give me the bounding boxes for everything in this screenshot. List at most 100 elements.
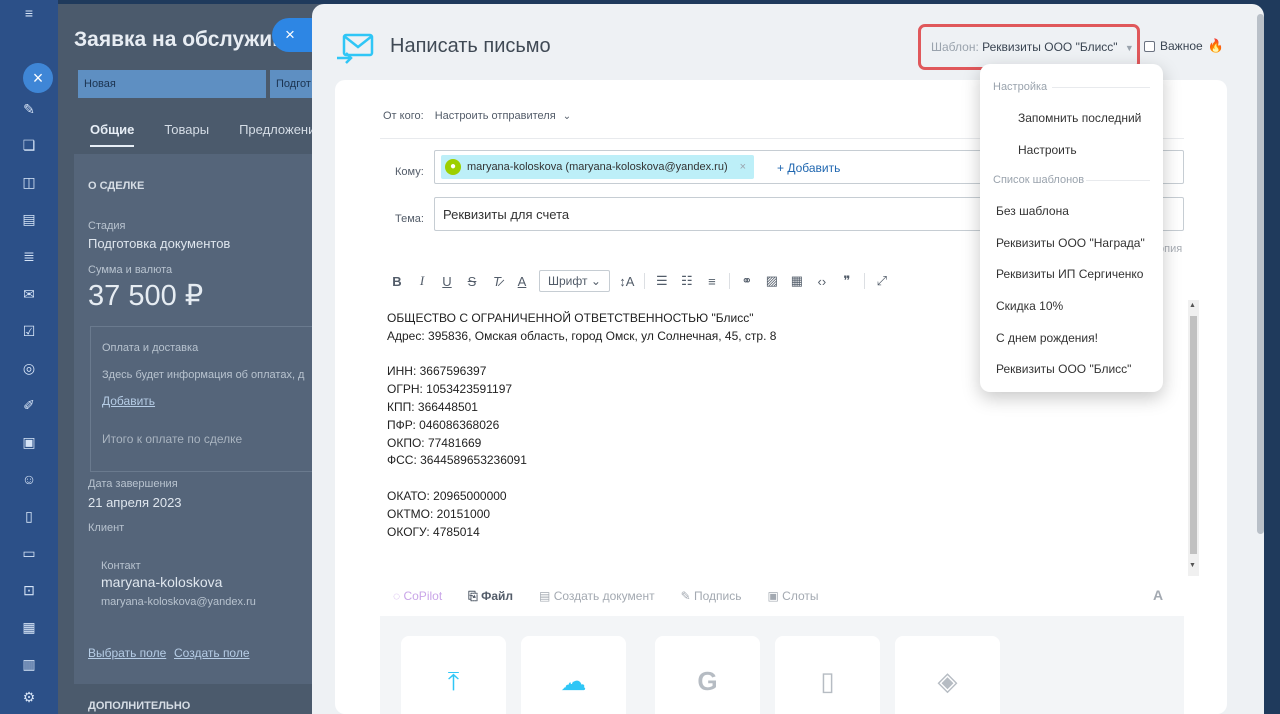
file-icon[interactable]: ▯ — [20, 507, 38, 525]
code-icon[interactable]: ‹› — [814, 274, 830, 289]
team-icon[interactable]: ☺ — [20, 470, 38, 488]
menu-item-template[interactable]: Без шаблона — [996, 204, 1069, 218]
menu-item-template[interactable]: Реквизиты ИП Сергиченко — [996, 267, 1143, 281]
task-icon[interactable]: ☑ — [20, 322, 38, 340]
recipient-chip[interactable]: ● maryana-koloskova (maryana-koloskova@y… — [441, 155, 755, 179]
strikethrough-icon[interactable]: S — [464, 274, 480, 289]
panel-scrollbar[interactable] — [1257, 14, 1264, 534]
chevron-down-icon[interactable]: ⌄ — [563, 111, 571, 122]
close-icon[interactable]: × — [740, 161, 746, 173]
subject-value: Реквизиты для счета — [443, 207, 570, 222]
target-icon[interactable]: ◎ — [20, 359, 38, 377]
close-icon[interactable]: × — [23, 63, 53, 93]
calendar-icon[interactable]: ▥ — [20, 655, 38, 673]
cloud-24-label: 24 — [562, 676, 574, 687]
compose-actions: ◌ CoPilot ⎘ Файл ▤ Создать документ ✎ По… — [393, 589, 819, 604]
font-color-icon[interactable]: A — [514, 274, 530, 289]
clear-format-icon[interactable]: T̷ — [489, 274, 505, 289]
signature-button[interactable]: ✎ Подпись — [681, 589, 742, 604]
add-recipient-link[interactable]: + Добавить — [777, 161, 840, 175]
send-mail-icon — [337, 33, 374, 64]
important-toggle[interactable]: Важное 🔥 — [1144, 38, 1224, 54]
copilot-button[interactable]: ◌ CoPilot — [393, 589, 442, 604]
subject-label: Тема: — [395, 213, 424, 225]
contact-email: maryana-koloskova@yandex.ru — [101, 596, 256, 608]
divider — [643, 273, 645, 289]
scroll-down-icon[interactable]: ▼ — [1189, 562, 1196, 569]
robot-icon[interactable]: ⊡ — [20, 581, 38, 599]
upload-file-tile[interactable]: ⤒ — [401, 636, 506, 714]
menu-item-template[interactable]: Реквизиты ООО "Блисс" — [996, 362, 1131, 376]
chat-icon[interactable]: ❏ — [20, 136, 38, 154]
divider — [863, 273, 865, 289]
settings-icon[interactable]: ⚙ — [20, 688, 38, 706]
quote-icon[interactable]: ❞ — [839, 273, 855, 289]
bullet-list-icon[interactable]: ☷ — [679, 273, 695, 289]
notes-icon[interactable]: ✎ — [20, 100, 38, 118]
stage-value: Подготовка документов — [88, 236, 231, 251]
menu-item-remember-last[interactable]: Запомнить последний — [1018, 111, 1141, 125]
filter-icon[interactable]: ≣ — [20, 247, 38, 265]
dropbox-tile[interactable]: ◈ — [895, 636, 1000, 714]
image-icon[interactable]: ▨ — [764, 273, 780, 289]
flame-icon: 🔥 — [1207, 38, 1224, 53]
italic-icon[interactable]: I — [414, 273, 430, 289]
avatar: ● — [445, 159, 461, 175]
scroll-up-icon[interactable]: ▲ — [1189, 302, 1196, 309]
slots-button[interactable]: ▣ Слоты — [768, 589, 819, 604]
menu-item-template[interactable]: Реквизиты ООО "Награда" — [996, 236, 1145, 250]
mail-icon[interactable]: ✉ — [20, 285, 38, 303]
bitrix24-drive-tile[interactable]: ☁ 24 — [521, 636, 626, 714]
align-icon[interactable]: ≡ — [704, 274, 720, 289]
app-sidebar: ≡ × ✎ ❏ ◫ ▤ ≣ ✉ ☑ ◎ ✐ ▣ ☺ ▯ ▭ ⊡ ▦ ▥ ⚙ — [0, 0, 58, 714]
card-icon[interactable]: ▭ — [20, 544, 38, 562]
amount-value: 37 500 ₽ — [88, 280, 204, 312]
menu-item-template[interactable]: С днем рождения! — [996, 331, 1098, 345]
divider — [1086, 180, 1150, 181]
table-icon[interactable]: ▦ — [789, 273, 805, 289]
panel-close-button[interactable]: × — [272, 18, 312, 52]
underline-icon[interactable]: U — [439, 274, 455, 289]
create-document-button[interactable]: ▤ Создать документ — [539, 589, 655, 604]
attachment-area: ⤒ ☁ 24 G ▯ ◈ — [380, 616, 1184, 714]
numbered-list-icon[interactable]: ☰ — [654, 273, 670, 289]
menu-item-template[interactable]: Скидка 10% — [996, 299, 1063, 313]
editor-scrollbar[interactable]: ▲ ▼ — [1188, 300, 1199, 576]
font-select[interactable]: Шрифт ⌄ — [539, 270, 610, 292]
file-button[interactable]: ⎘ Файл — [468, 589, 513, 604]
google-drive-tile[interactable]: G — [655, 636, 760, 714]
important-checkbox[interactable] — [1144, 40, 1155, 52]
cloud-24-icon: ☁ — [560, 666, 587, 696]
stack-icon[interactable]: ◫ — [20, 173, 38, 191]
font-size-icon[interactable]: ↕A — [619, 274, 635, 289]
to-label: Кому: — [395, 166, 424, 178]
divider — [1052, 87, 1150, 88]
tab-products[interactable]: Товары — [164, 122, 209, 147]
tab-general[interactable]: Общие — [90, 122, 135, 147]
text-format-button[interactable]: A — [1153, 587, 1163, 603]
tab-offers[interactable]: Предложения — [239, 122, 322, 147]
office-tile[interactable]: ▯ — [775, 636, 880, 714]
payment-add-link[interactable]: Добавить — [102, 394, 155, 408]
menu-icon[interactable]: ≡ — [20, 4, 38, 22]
template-label: Шаблон: — [931, 40, 979, 54]
link-icon[interactable]: ⚭ — [739, 273, 755, 289]
from-sender-select[interactable]: Настроить отправителя — [435, 110, 556, 122]
contact-card-icon[interactable]: ▣ — [20, 433, 38, 451]
select-field-link[interactable]: Выбрать поле — [88, 646, 166, 660]
fullscreen-icon[interactable]: ⤢ — [874, 273, 890, 289]
close-date-label: Дата завершения — [88, 478, 178, 490]
contact-name[interactable]: maryana-koloskova — [101, 574, 222, 590]
scroll-thumb[interactable] — [1190, 316, 1197, 554]
settings-section-title: Настройка — [993, 81, 1048, 93]
create-field-link[interactable]: Создать поле — [174, 646, 250, 660]
menu-item-configure[interactable]: Настроить — [1018, 143, 1077, 157]
calendar-icon[interactable]: ▦ — [20, 618, 38, 636]
client-label: Клиент — [88, 522, 125, 534]
stage-new[interactable]: Новая — [78, 70, 266, 98]
bold-icon[interactable]: B — [389, 274, 405, 289]
document-icon[interactable]: ▤ — [20, 210, 38, 228]
stage-label: Стадия — [88, 220, 126, 232]
template-value: Реквизиты ООО "Блисс" — [982, 40, 1118, 54]
pen-icon[interactable]: ✐ — [20, 396, 38, 414]
